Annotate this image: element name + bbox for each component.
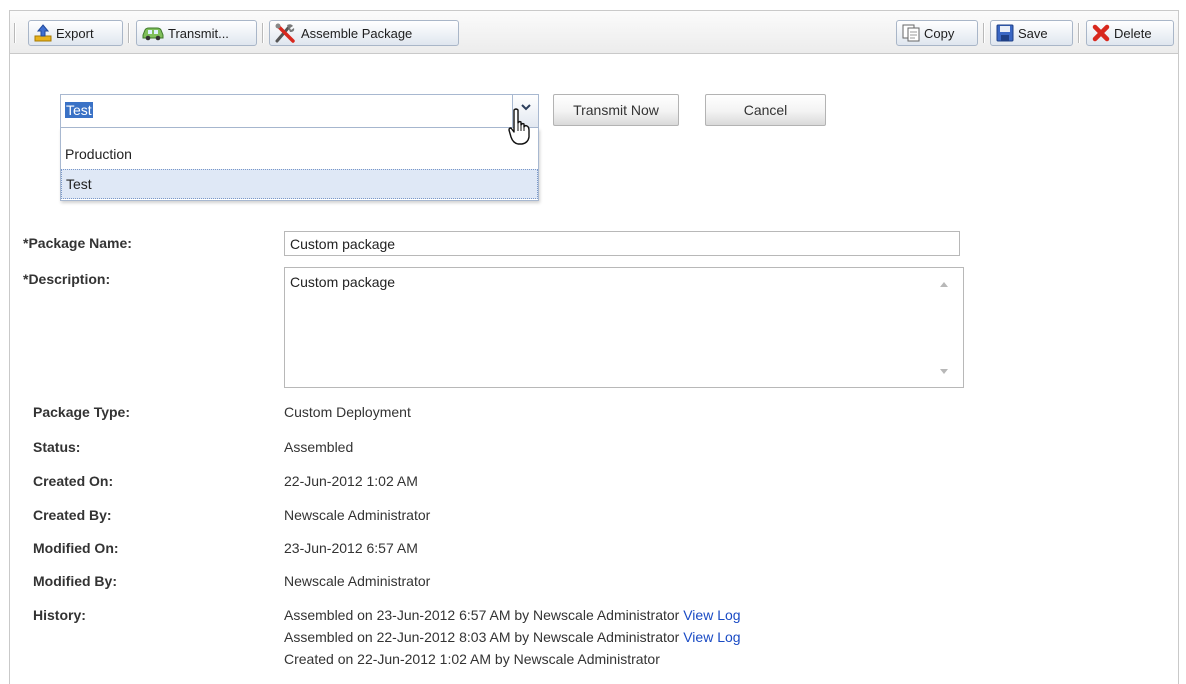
history-label: History: (33, 607, 86, 623)
delete-button[interactable]: Delete (1086, 20, 1174, 46)
assemble-package-button[interactable]: Assemble Package (269, 20, 459, 46)
modified-by-value: Newscale Administrator (284, 573, 431, 589)
toolbar-separator (128, 23, 130, 43)
history-entry-text: Created on 22-Jun-2012 1:02 AM by Newsca… (284, 651, 660, 667)
save-label: Save (1018, 25, 1048, 41)
delete-icon (1092, 24, 1110, 42)
toolbar-separator (983, 23, 985, 43)
description-label: *Description: (23, 271, 111, 287)
hand-cursor-icon (508, 108, 530, 145)
toolbar: Export Transmit... Assemble Package Copy (10, 10, 1178, 54)
created-by-label: Created By: (33, 507, 112, 523)
toolbar-separator (14, 23, 16, 43)
package-type-value: Custom Deployment (284, 404, 411, 420)
modified-by-label: Modified By: (33, 573, 117, 589)
transmit-label: Transmit... (168, 25, 229, 41)
package-name-label: *Package Name: (23, 235, 132, 251)
copy-button[interactable]: Copy (896, 20, 978, 46)
description-text: Custom package (290, 274, 396, 290)
car-icon (142, 27, 164, 41)
modified-on-value: 23-Jun-2012 6:57 AM (284, 540, 418, 556)
tools-icon (275, 23, 295, 43)
toolbar-separator (1078, 23, 1080, 43)
copy-label: Copy (924, 25, 955, 41)
package-type-label: Package Type: (33, 404, 131, 420)
status-value: Assembled (284, 439, 354, 455)
history-entry: Created on 22-Jun-2012 1:02 AM by Newsca… (284, 651, 660, 667)
assemble-package-label: Assemble Package (301, 25, 413, 41)
created-by-value: Newscale Administrator (284, 507, 431, 523)
history-entry: Assembled on 22-Jun-2012 8:03 AM by News… (284, 629, 741, 645)
status-label: Status: (33, 439, 81, 455)
target-dropdown-list: Production Test (60, 128, 539, 201)
save-icon (996, 24, 1014, 42)
history-entry: Assembled on 23-Jun-2012 6:57 AM by News… (284, 607, 741, 623)
copy-icon (902, 24, 920, 42)
transmit-now-button[interactable]: Transmit Now (553, 94, 679, 126)
history-entry-text: Assembled on 22-Jun-2012 8:03 AM by News… (284, 629, 680, 645)
created-on-label: Created On: (33, 473, 114, 489)
description-textarea[interactable]: Custom package (284, 267, 964, 388)
save-button[interactable]: Save (990, 20, 1073, 46)
panel-left-border (9, 10, 10, 684)
target-combobox-value[interactable]: Test (65, 102, 93, 119)
view-log-link[interactable]: View Log (683, 607, 740, 623)
delete-label: Delete (1114, 25, 1152, 41)
scroll-down-icon[interactable] (940, 369, 948, 374)
target-combobox[interactable]: Test (60, 94, 539, 128)
created-on-value: 22-Jun-2012 1:02 AM (284, 473, 418, 489)
dropdown-option-production[interactable]: Production (61, 139, 538, 169)
toolbar-separator (262, 23, 264, 43)
panel-right-border (1178, 10, 1179, 684)
transmit-button[interactable]: Transmit... (136, 20, 257, 46)
export-icon (34, 24, 52, 42)
modified-on-label: Modified On: (33, 540, 119, 556)
package-name-input[interactable]: Custom package (284, 231, 960, 256)
cancel-button[interactable]: Cancel (705, 94, 826, 126)
export-label: Export (56, 25, 94, 41)
view-log-link[interactable]: View Log (683, 629, 740, 645)
export-button[interactable]: Export (28, 20, 123, 46)
history-entry-text: Assembled on 23-Jun-2012 6:57 AM by News… (284, 607, 680, 623)
dropdown-option-test[interactable]: Test (61, 169, 538, 199)
scroll-up-icon[interactable] (940, 282, 948, 287)
